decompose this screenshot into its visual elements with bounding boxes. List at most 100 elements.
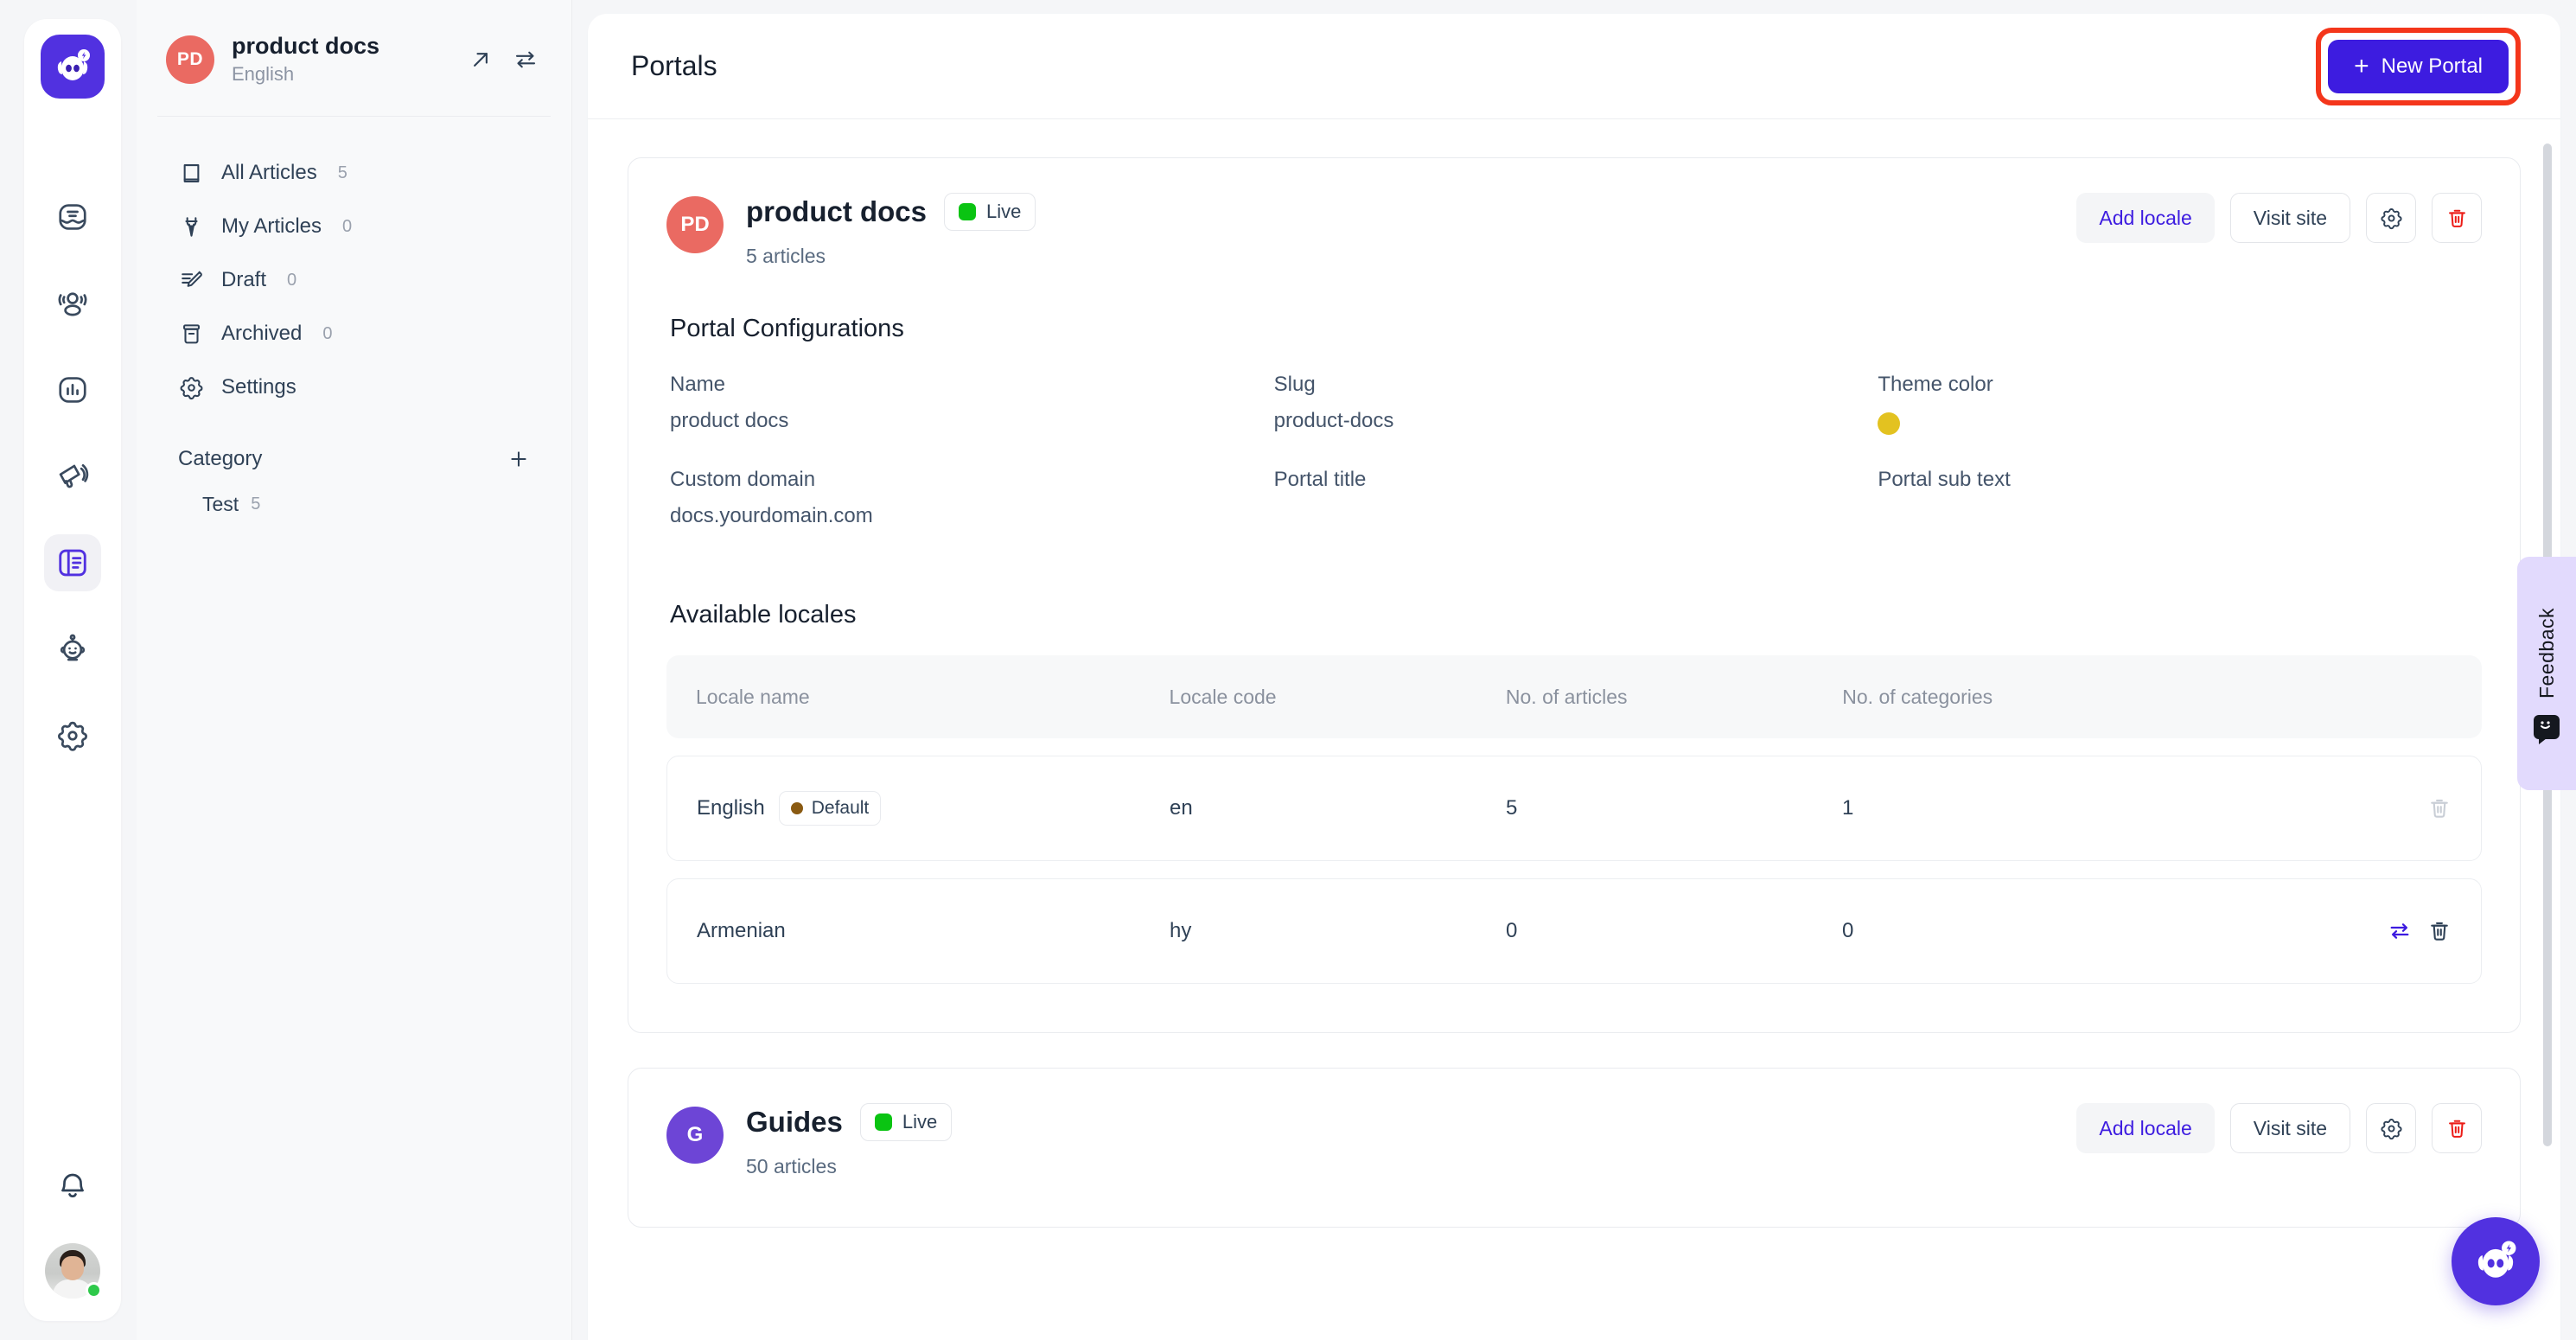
config-field-theme-color: Theme color (1878, 373, 2482, 452)
rail-bottom-group (44, 1157, 102, 1299)
plus-icon: + (2354, 51, 2369, 80)
swap-icon[interactable] (513, 47, 539, 73)
portal-settings-button[interactable] (2366, 193, 2416, 243)
add-locale-button[interactable]: Add locale (2076, 193, 2215, 243)
pen-nib-icon (178, 214, 204, 239)
status-dot-icon (959, 203, 977, 220)
config-value (1878, 492, 2482, 523)
book-icon (178, 160, 204, 186)
sidebar-item-label: Archived (221, 322, 303, 346)
config-value: product docs (670, 409, 789, 432)
app-logo[interactable] (41, 35, 105, 99)
locales-table-header: Locale name Locale code No. of articles … (666, 655, 2482, 738)
sidebar-item-label: Settings (221, 375, 296, 399)
plus-icon (511, 451, 526, 468)
page-title: Portals (631, 50, 717, 81)
locale-name-cell: Armenian (697, 919, 1170, 943)
locale-category-count: 0 (1841, 919, 1854, 942)
table-row: Armenian hy 0 0 (666, 878, 2482, 984)
locale-name: English (697, 796, 765, 820)
config-field-portal-title: Portal title (1274, 468, 1878, 547)
category-item-count: 5 (251, 494, 261, 514)
main-area: Portals + New Portal PD product docs Liv… (572, 0, 2576, 1340)
rail-item-settings[interactable] (44, 707, 101, 764)
portal-delete-button[interactable] (2432, 1103, 2482, 1153)
portal-title-row: Guides Live (746, 1103, 953, 1141)
theme-color-swatch (1878, 412, 1901, 435)
visit-site-button[interactable]: Visit site (2229, 193, 2350, 243)
category-header: Category (166, 414, 542, 480)
sidebar-item-settings[interactable]: Settings (166, 361, 542, 414)
category-title: Category (178, 447, 263, 471)
category-item-test[interactable]: Test 5 (166, 480, 542, 528)
config-value: docs.yourdomain.com (670, 504, 873, 527)
portal-name: product docs (746, 195, 928, 227)
default-badge-label: Default (811, 798, 870, 818)
portal-configurations-grid: Name product docs Slug product-docs Them… (666, 373, 2482, 547)
rail-item-contacts[interactable] (44, 275, 101, 332)
config-field-slug: Slug product-docs (1274, 373, 1878, 452)
column-header-no-of-categories: No. of categories (1842, 685, 1993, 708)
portal-article-count: 50 articles (746, 1155, 837, 1177)
robot-icon (60, 634, 86, 661)
sidebar-item-all-articles[interactable]: All Articles 5 (166, 146, 542, 200)
default-badge: Default (778, 791, 882, 826)
chat-bubble-fab[interactable] (2452, 1217, 2540, 1305)
set-default-locale-button[interactable] (2388, 919, 2412, 943)
config-label: Name (670, 373, 726, 396)
swap-icon (2390, 923, 2409, 939)
feedback-label: Feedback (2535, 608, 2558, 699)
portal-switcher[interactable]: PD product docs English (157, 0, 551, 118)
status-label: Live (986, 201, 1022, 222)
status-dot-icon (874, 1113, 892, 1131)
add-locale-button[interactable]: Add locale (2076, 1103, 2215, 1153)
column-header-locale-name: Locale name (696, 685, 810, 708)
sidebar-nav: All Articles 5 My Articles 0 Draft 0 Arc… (166, 117, 542, 528)
portal-card: G Guides Live 50 articles Add locale Vis… (628, 1068, 2521, 1228)
category-item-label: Test (202, 492, 239, 515)
portal-article-count: 5 articles (746, 245, 826, 267)
rail-item-knowledge-base[interactable] (44, 534, 101, 591)
rail-item-captain-ai[interactable] (44, 621, 101, 678)
rail-item-notifications[interactable] (44, 1157, 101, 1214)
profile-avatar-wrap[interactable] (45, 1243, 102, 1299)
delete-locale-button[interactable] (2427, 919, 2452, 943)
rail-item-conversations[interactable] (44, 188, 101, 246)
locale-article-count: 0 (1505, 919, 1518, 942)
new-portal-label: New Portal (2381, 54, 2483, 78)
sidebar-item-draft[interactable]: Draft 0 (166, 253, 542, 307)
presence-online-indicator (86, 1282, 102, 1299)
table-row: English Default en 5 1 (666, 756, 2482, 861)
available-locales-title: Available locales (670, 601, 857, 629)
portal-locale: English (232, 62, 295, 85)
config-label: Theme color (1878, 373, 1993, 396)
rail-item-reports[interactable] (44, 361, 101, 418)
portal-settings-button[interactable] (2366, 1103, 2416, 1153)
config-field-name: Name product docs (670, 373, 1274, 452)
locale-name: Armenian (697, 919, 786, 942)
rail-item-campaigns[interactable] (44, 448, 101, 505)
portal-switcher-text: product docs English (232, 33, 450, 86)
feedback-tab[interactable]: Feedback (2517, 557, 2576, 790)
locale-category-count: 1 (1841, 796, 1854, 820)
trash-icon (2431, 799, 2448, 818)
portal-name: product docs (232, 33, 380, 59)
portal-delete-button[interactable] (2432, 193, 2482, 243)
visit-site-button[interactable]: Visit site (2229, 1103, 2350, 1153)
arrow-up-right-icon[interactable] (468, 47, 494, 73)
portal-avatar: G (666, 1107, 724, 1164)
bell-icon (61, 1173, 84, 1198)
sidebar-item-archived[interactable]: Archived 0 (166, 307, 542, 361)
config-label: Portal title (1273, 468, 1367, 491)
new-portal-button[interactable]: + New Portal (2328, 39, 2509, 93)
locale-article-count: 5 (1505, 796, 1518, 820)
add-category-button[interactable] (507, 448, 530, 470)
status-badge: Live (859, 1103, 953, 1141)
sidebar-item-label: All Articles (221, 161, 317, 185)
portal-name: Guides (746, 1106, 843, 1138)
gear-icon (178, 374, 204, 400)
portal-card-titles: Guides Live 50 articles (746, 1103, 953, 1178)
sidebar-item-count: 5 (337, 163, 348, 182)
config-value (1274, 492, 1878, 523)
sidebar-item-my-articles[interactable]: My Articles 0 (166, 200, 542, 253)
